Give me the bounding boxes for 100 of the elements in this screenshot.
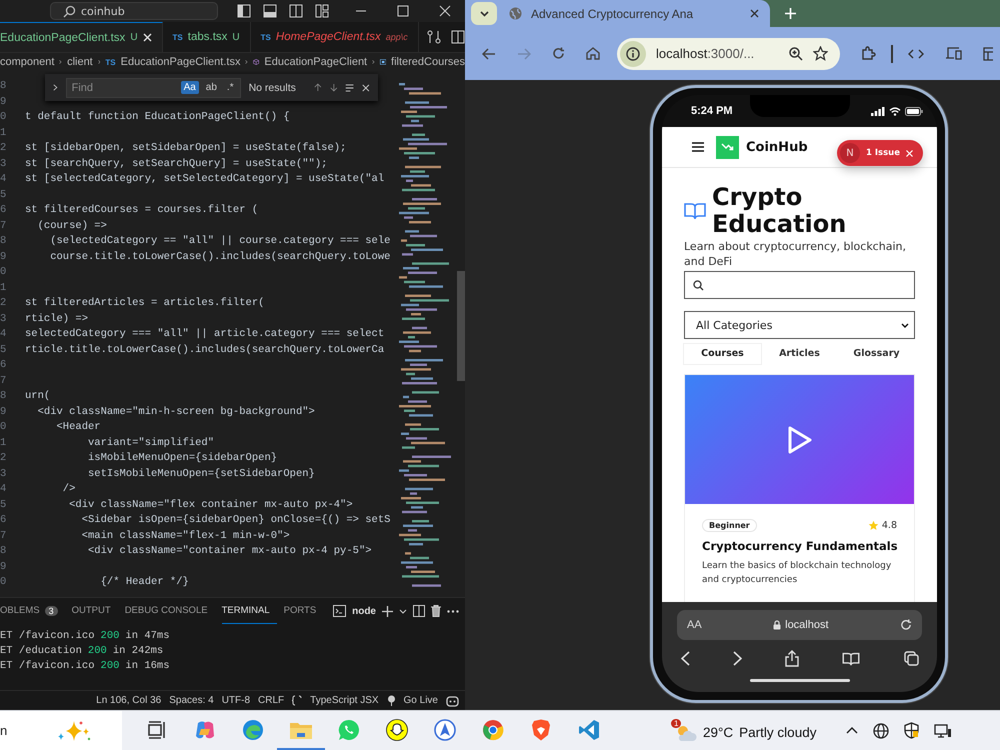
status-item[interactable]: Go Live — [404, 695, 438, 706]
forward-icon[interactable] — [732, 651, 742, 666]
new-tab-icon[interactable] — [785, 8, 796, 19]
content-tab[interactable]: Glossary — [838, 344, 915, 364]
panel-tab[interactable]: DEBUG CONSOLE — [124, 598, 215, 624]
status-item[interactable]: UTF-8 — [222, 695, 250, 706]
maximize-icon[interactable] — [397, 5, 409, 17]
terminal-icon — [333, 605, 346, 617]
code-line: st [selectedCategory, setSelectedCategory] = useState("al — [25, 173, 384, 185]
panel-tab[interactable]: OBLEMS 3 — [0, 598, 65, 624]
sidebar-toggle-icon[interactable] — [237, 4, 251, 18]
editor-tab[interactable]: TS tabs.tsx U — [162, 22, 251, 52]
code-line: rticle) => — [25, 312, 88, 324]
trash-icon[interactable] — [431, 605, 441, 617]
arrow-up-icon[interactable] — [314, 82, 322, 93]
more-icon[interactable] — [447, 610, 459, 612]
forward-icon — [517, 48, 531, 60]
home-icon[interactable] — [586, 47, 600, 60]
category-select[interactable]: All Categories — [684, 311, 915, 339]
line-number: 6 — [0, 203, 8, 218]
status-item[interactable]: TypeScript JSX — [310, 695, 379, 706]
find-option[interactable]: ab — [202, 81, 220, 94]
signal-icon — [871, 106, 885, 116]
globe-icon — [509, 7, 522, 20]
code-icon[interactable] — [908, 48, 924, 58]
chevron-icon — [98, 58, 100, 66]
safari-url: localhost — [785, 619, 829, 631]
panel-tab[interactable]: PORTS — [284, 598, 324, 624]
issue-avatar: N — [840, 143, 860, 163]
editor-tab[interactable]: EducationPageClient.tsx U — [0, 22, 163, 52]
breadcrumb[interactable]: filteredCourses — [391, 56, 465, 68]
arrow-down-icon[interactable] — [330, 82, 338, 93]
status-item[interactable]: Ln 106, Col 36 — [96, 695, 162, 706]
line-number: 5 — [0, 342, 8, 358]
menu-icon[interactable] — [692, 142, 704, 152]
breadcrumb[interactable]: component — [0, 56, 54, 68]
weather-widget[interactable]: 1 29°C Partly cloudy — [669, 718, 816, 744]
zoom-icon[interactable] — [789, 46, 803, 60]
panel-toggle-icon[interactable] — [263, 4, 277, 18]
book-icon[interactable] — [842, 652, 860, 666]
issue-badge[interactable]: N 1 Issue — [837, 140, 923, 166]
chevron-up-icon[interactable] — [846, 727, 858, 734]
breadcrumb[interactable]: EducationPageClient — [264, 56, 368, 68]
shield-icon[interactable] — [904, 722, 920, 739]
globe-icon[interactable] — [873, 722, 890, 738]
page-title: Crypto Education — [712, 184, 848, 238]
network-icon[interactable] — [934, 724, 952, 738]
code-line: selectedCategory === "all" || article.category === select — [25, 328, 384, 340]
info-icon[interactable] — [626, 46, 640, 60]
line-number: 9 — [0, 404, 8, 420]
status-item[interactable]: Spaces: 4 — [169, 695, 214, 706]
share-icon[interactable] — [785, 650, 799, 667]
find-field[interactable]: Find Aa ab .* — [66, 78, 241, 98]
find-option[interactable]: Aa — [180, 81, 199, 94]
search-field[interactable] — [684, 271, 915, 299]
split-layout-icon[interactable] — [289, 4, 303, 18]
line-number: 0 — [0, 575, 8, 590]
breadcrumb[interactable]: client — [67, 56, 93, 68]
terminal-text: ET /favicon.ico — [0, 660, 95, 674]
devices-icon[interactable] — [945, 47, 962, 60]
address-bar[interactable]: localhost:3000/... — [617, 38, 840, 70]
split-editor-icon[interactable] — [450, 30, 465, 44]
close-icon[interactable] — [750, 9, 759, 18]
line-number: 9 — [0, 250, 8, 264]
tab-search-button[interactable] — [471, 2, 497, 25]
extensions-icon[interactable] — [861, 46, 876, 61]
layout-icon[interactable] — [315, 4, 329, 18]
find-option[interactable]: .* — [224, 81, 237, 94]
command-search[interactable]: coinhub — [50, 2, 218, 20]
star-icon[interactable] — [813, 46, 828, 61]
content-tab[interactable]: Articles — [761, 344, 838, 364]
course-card[interactable]: Beginner 4.8 Cryptocurrency Fundamentals Learn the basics of blockchain technology and cryptocurrencies — [684, 374, 915, 602]
panel-icon[interactable] — [983, 46, 993, 60]
breadcrumb[interactable]: EducationPageClient.tsx — [120, 56, 240, 68]
editor-tab[interactable]: TS HomePageClient.tsx app\c — [250, 22, 419, 52]
safari-address-bar[interactable]: AA localhost — [677, 610, 922, 640]
panel-tab[interactable]: OUTPUT — [72, 598, 118, 624]
git-status: U — [130, 32, 138, 43]
split-terminal-icon[interactable] — [413, 605, 425, 617]
play-icon[interactable] — [786, 424, 812, 454]
status-item[interactable]: CRLF — [258, 695, 284, 706]
plus-icon[interactable] — [382, 606, 393, 616]
code-line: setIsMobileMenuOpen={setSidebarOpen} — [87, 468, 315, 480]
scrollbar-thumb[interactable] — [457, 271, 465, 381]
taskbar-search[interactable]: n — [0, 711, 122, 750]
back-icon[interactable] — [482, 48, 496, 60]
panel-tab-label: DEBUG CONSOLE — [124, 605, 208, 616]
copilot-icon[interactable] — [446, 694, 459, 706]
compare-icon[interactable] — [426, 30, 441, 44]
text-size-button[interactable]: AA — [687, 619, 702, 631]
find-in-selection-icon[interactable] — [345, 82, 354, 92]
line-number: 0 — [0, 110, 8, 125]
caret-icon[interactable] — [399, 608, 407, 614]
book-icon — [684, 202, 706, 220]
chevron-icon[interactable] — [53, 83, 58, 92]
tabs-icon[interactable] — [904, 651, 918, 666]
reload-icon[interactable] — [552, 47, 565, 60]
line-number: 5 — [0, 498, 8, 512]
code-line: (course) => — [36, 220, 107, 232]
terminal-name[interactable]: node — [352, 606, 376, 616]
